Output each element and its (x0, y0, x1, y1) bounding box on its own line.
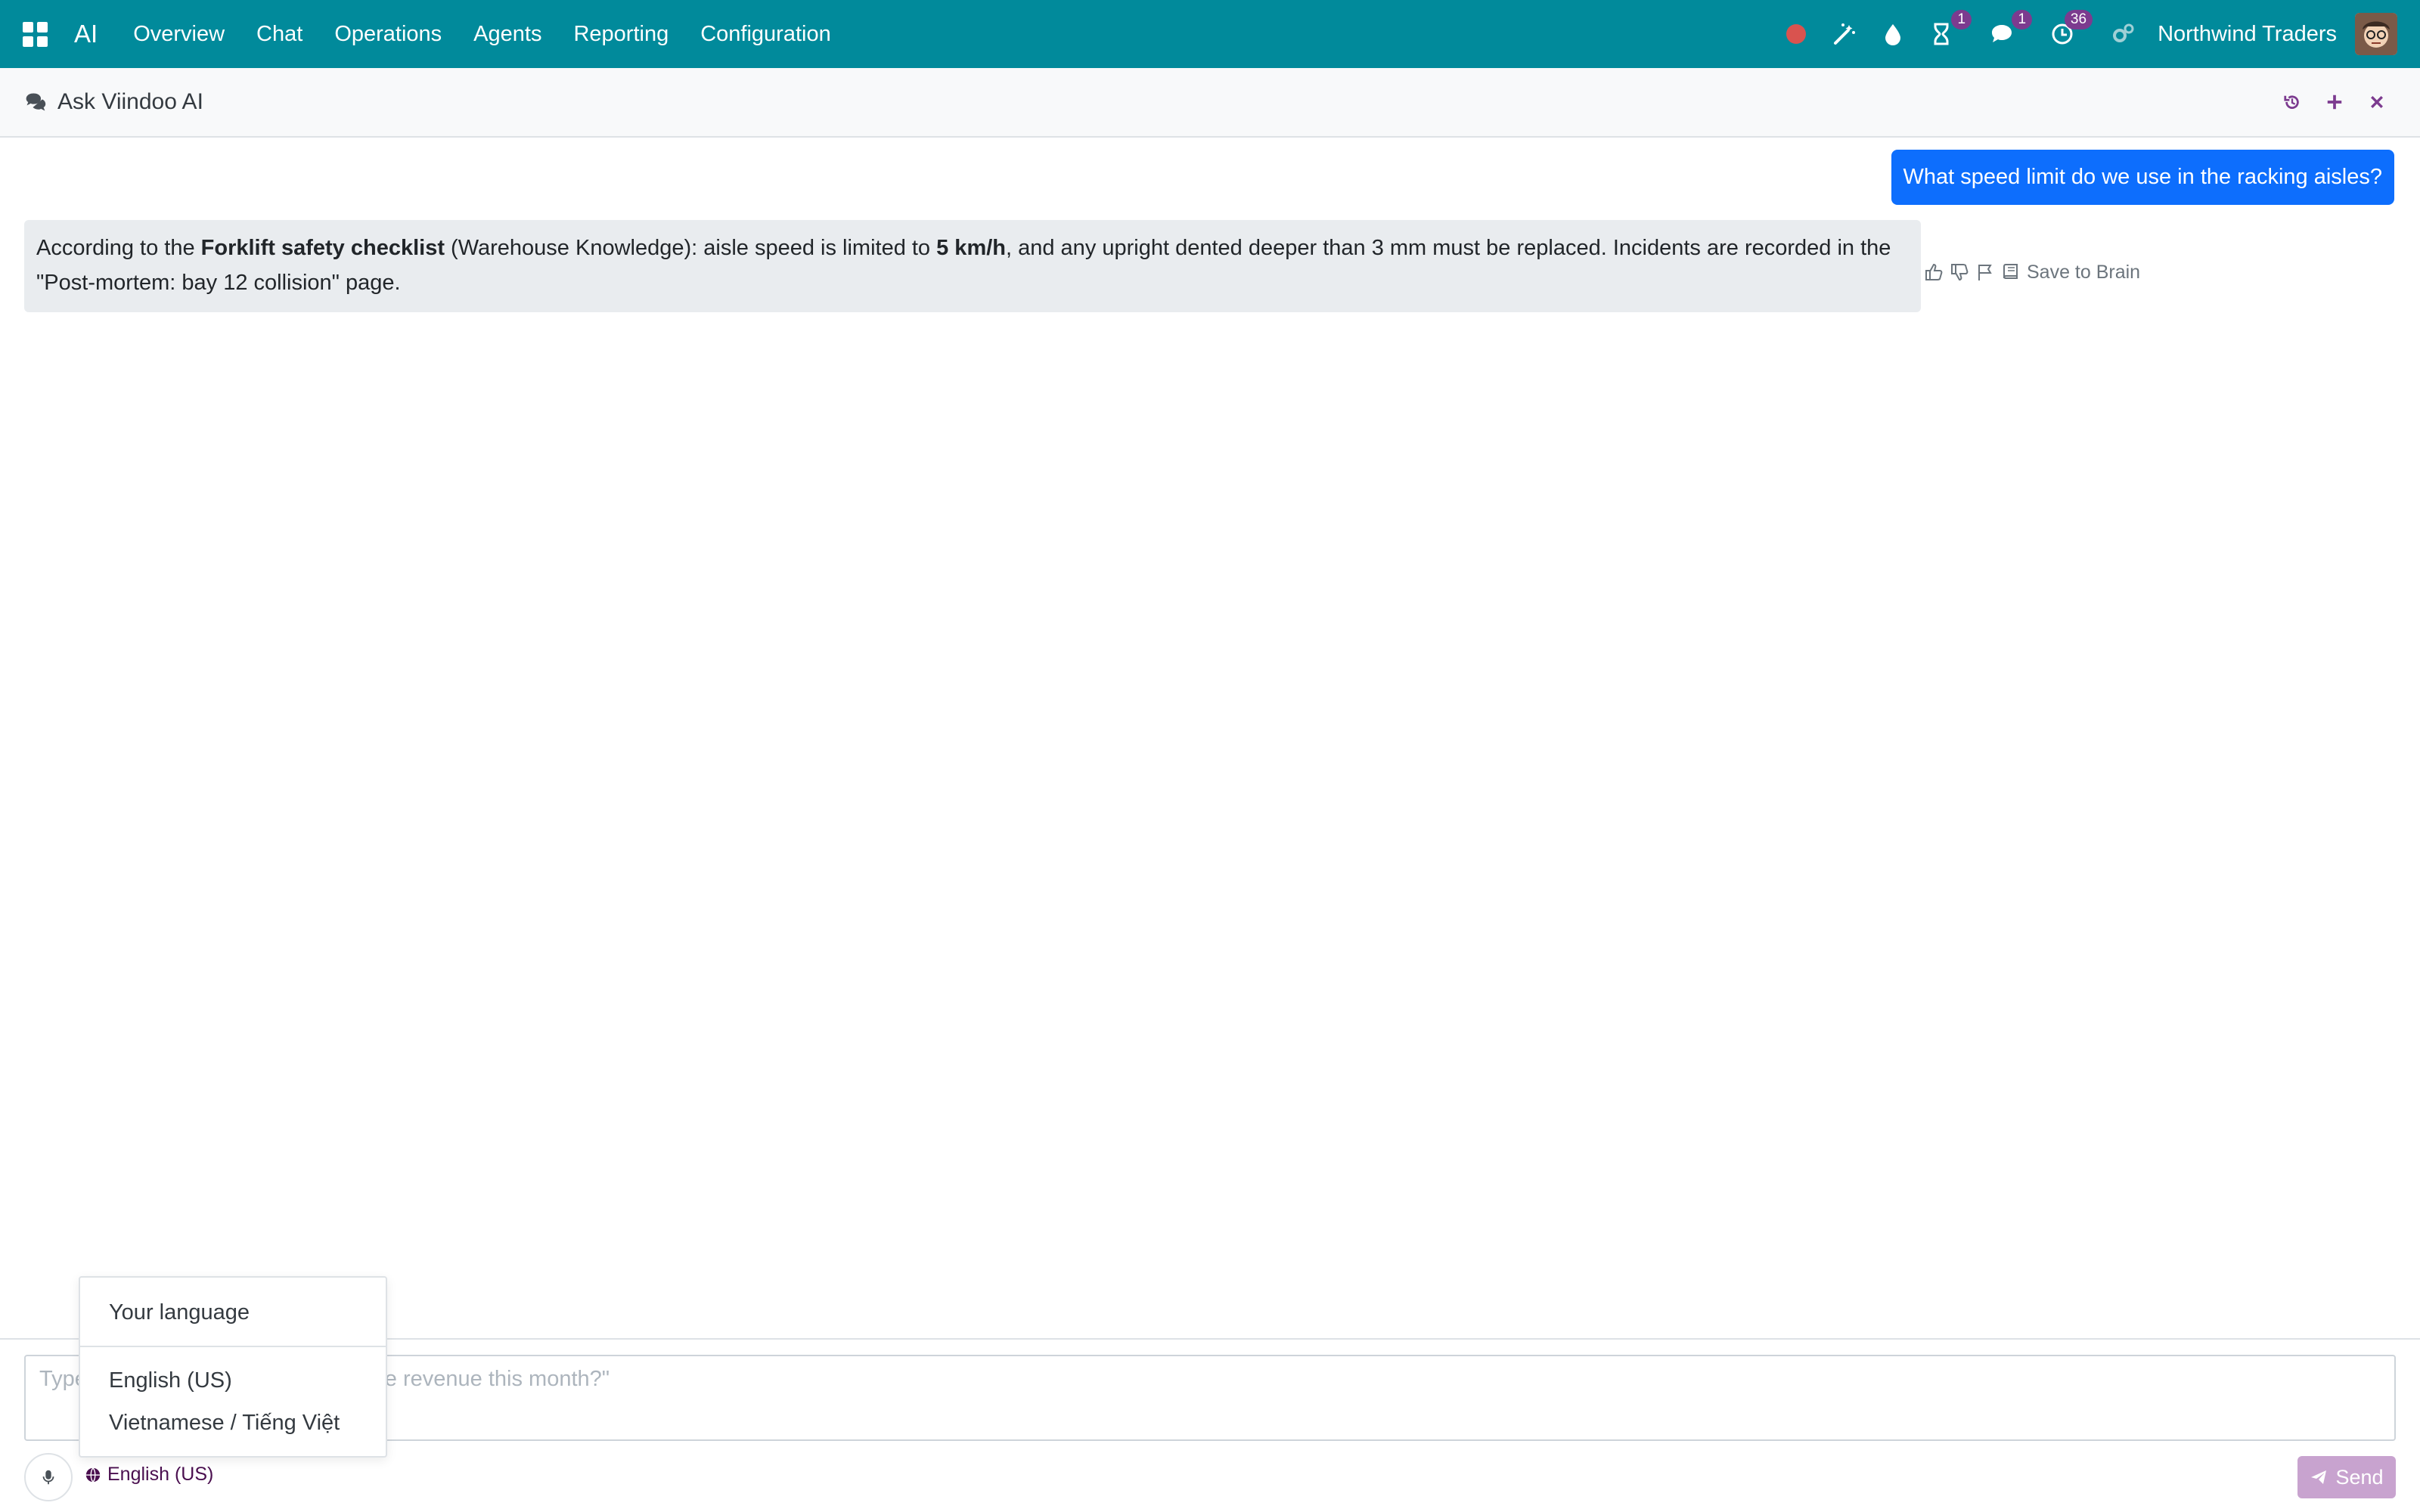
language-selector[interactable]: English (US) (85, 1464, 213, 1486)
comments-icon (24, 89, 50, 115)
menu-overview[interactable]: Overview (133, 22, 225, 47)
magic-wand-icon[interactable] (1831, 20, 1858, 48)
menu-configuration[interactable]: Configuration (700, 22, 831, 47)
ai-text-part1: According to the (36, 236, 201, 260)
ai-message-actions: Save to Brain (1921, 259, 2140, 285)
droplet-icon[interactable] (1879, 20, 1907, 48)
chat-title: Ask Viindoo AI (57, 89, 203, 114)
chat-bubbles-icon[interactable]: 1 (1988, 10, 2033, 48)
company-switcher[interactable]: Northwind Traders (2158, 22, 2337, 47)
ai-message-row: According to the Forklift safety checkli… (24, 220, 2369, 312)
recording-dot-icon[interactable] (1782, 20, 1810, 48)
language-dropdown: Your language English (US) Vietnamese / … (79, 1276, 387, 1458)
app-brand[interactable]: AI (74, 20, 98, 48)
language-selector-label: English (US) (107, 1464, 214, 1485)
language-option-english[interactable]: English (US) (80, 1359, 386, 1402)
thumbs-down-icon[interactable] (1947, 259, 1972, 285)
save-to-brain-button[interactable]: Save to Brain (2027, 262, 2140, 284)
send-button[interactable]: Send (2297, 1456, 2396, 1498)
activity-badge: 1 (1951, 10, 1972, 29)
new-chat-icon[interactable] (2322, 89, 2347, 115)
systray: 1 1 36 Northwind Traders (1772, 0, 2397, 68)
language-dropdown-header: Your language (80, 1278, 386, 1347)
menu-operations[interactable]: Operations (334, 22, 442, 47)
paper-plane-icon (2311, 1470, 2327, 1484)
ai-text-bold2: 5 km/h (936, 236, 1006, 260)
user-message-bubble: What speed limit do we use in the rackin… (1891, 150, 2394, 205)
gears-icon[interactable] (2109, 20, 2136, 48)
language-option-vietnamese[interactable]: Vietnamese / Tiếng Việt (80, 1402, 386, 1444)
menu-reporting[interactable]: Reporting (573, 22, 669, 47)
chat-header: Ask Viindoo AI (0, 68, 2420, 138)
history-icon[interactable] (2279, 89, 2305, 115)
menu-agents[interactable]: Agents (473, 22, 541, 47)
language-options: English (US) Vietnamese / Tiếng Việt (80, 1347, 386, 1444)
hourglass-icon[interactable]: 1 (1928, 10, 1972, 48)
ai-text-part2: (Warehouse Knowledge): aisle speed is li… (444, 236, 937, 260)
ai-message-bubble: According to the Forklift safety checkli… (24, 220, 1921, 312)
close-icon[interactable] (2364, 89, 2390, 115)
apps-menu-button[interactable] (0, 0, 70, 68)
clock-icon[interactable]: 36 (2049, 10, 2093, 48)
timer-badge: 36 (2064, 10, 2093, 29)
user-avatar[interactable] (2355, 13, 2397, 55)
apps-grid-icon (22, 21, 48, 47)
menu-chat[interactable]: Chat (256, 22, 302, 47)
microphone-button[interactable] (24, 1453, 73, 1501)
ai-text-bold1: Forklift safety checklist (200, 236, 445, 260)
messages-badge: 1 (2012, 10, 2033, 29)
globe-icon (85, 1467, 101, 1483)
thumbs-up-icon[interactable] (1921, 259, 1947, 285)
top-navbar: AI Overview Chat Operations Agents Repor… (0, 0, 2420, 68)
microphone-icon (42, 1470, 54, 1485)
flag-icon[interactable] (1972, 259, 1998, 285)
book-icon[interactable] (1998, 259, 2024, 285)
send-button-label: Send (2335, 1465, 2384, 1489)
